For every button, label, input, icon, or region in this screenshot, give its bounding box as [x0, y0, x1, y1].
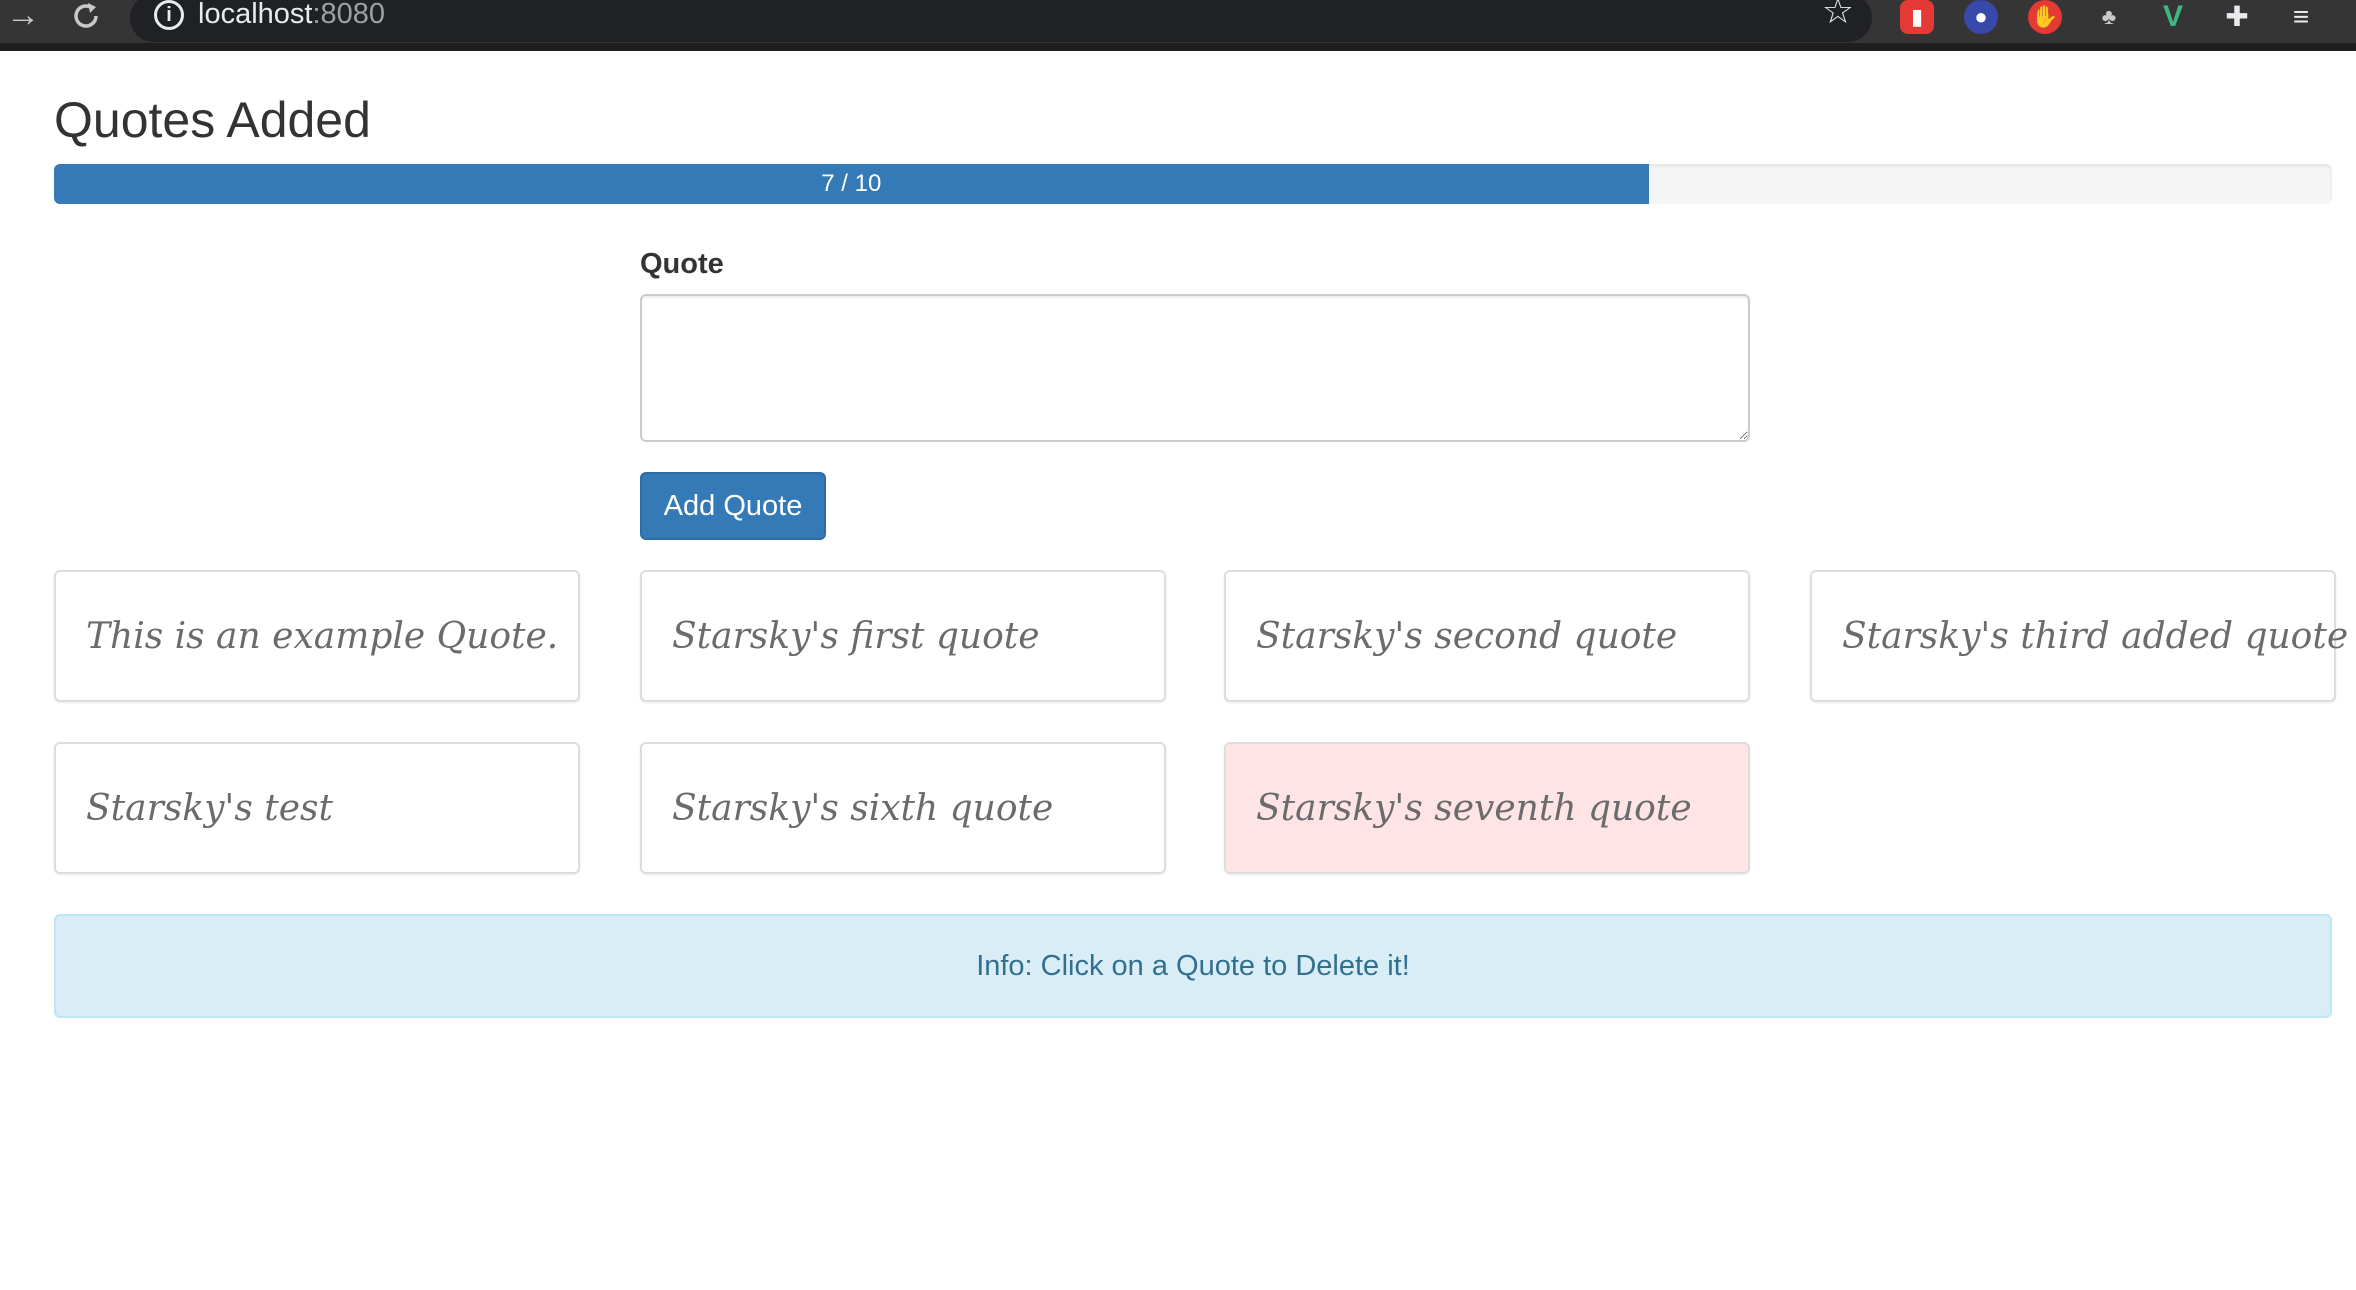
- browser-toolbar: → i localhost:8080 ☆ ▮ ● ✋ ♣ V ✚ ≡: [0, 0, 2356, 51]
- quote-text: Starsky's first quote: [672, 616, 1040, 657]
- quote-card[interactable]: Starsky's second quote: [1224, 570, 1750, 702]
- quote-card-highlighted[interactable]: Starsky's seventh quote: [1224, 742, 1750, 874]
- extension-colors-icon[interactable]: ●: [1964, 0, 1998, 34]
- star-icon[interactable]: ☆: [1822, 0, 1854, 29]
- info-icon[interactable]: i: [154, 0, 184, 30]
- quote-card[interactable]: Starsky's test: [54, 742, 580, 874]
- puzzle-icon[interactable]: ✚: [2220, 0, 2254, 34]
- quote-text: Starsky's third added quote: [1842, 616, 2349, 657]
- info-alert: Info: Click on a Quote to Delete it!: [54, 914, 2332, 1018]
- quote-card[interactable]: Starsky's third added quote: [1810, 570, 2349, 702]
- progress-bar-fill: 7 / 10: [54, 164, 1649, 204]
- quote-card[interactable]: Starsky's sixth quote: [640, 742, 1166, 874]
- add-quote-button[interactable]: Add Quote: [640, 472, 826, 540]
- vue-devtools-icon[interactable]: V: [2156, 0, 2190, 34]
- quote-text: Starsky's second quote: [1256, 616, 1678, 657]
- quote-text: Starsky's sixth quote: [672, 788, 1054, 829]
- playlist-icon[interactable]: ≡: [2284, 0, 2318, 34]
- reload-icon[interactable]: [70, 0, 102, 36]
- quote-text: This is an example Quote.: [86, 616, 559, 657]
- quote-text: Starsky's test: [86, 788, 333, 829]
- page-title: Quotes Added: [54, 92, 371, 148]
- quotes-progress: 7 / 10: [54, 164, 2332, 204]
- quote-card[interactable]: Starsky's first quote: [640, 570, 1166, 702]
- address-bar[interactable]: i localhost:8080 ☆: [130, 0, 1872, 42]
- url-text: localhost:8080: [198, 0, 385, 30]
- quote-textarea[interactable]: [640, 294, 1750, 442]
- quote-text: Starsky's seventh quote: [1256, 788, 1692, 829]
- extension-red-bookmark-icon[interactable]: ▮: [1900, 0, 1934, 34]
- quote-label: Quote: [640, 248, 724, 280]
- url-host: localhost: [198, 0, 313, 30]
- extension-hand-icon[interactable]: ✋: [2028, 0, 2062, 34]
- url-port: :8080: [312, 0, 386, 30]
- quote-card[interactable]: This is an example Quote.: [54, 570, 580, 702]
- extension-leaf-icon[interactable]: ♣: [2092, 0, 2126, 34]
- forward-arrow-icon[interactable]: →: [6, 0, 40, 36]
- quote-form: Quote: [640, 244, 1750, 442]
